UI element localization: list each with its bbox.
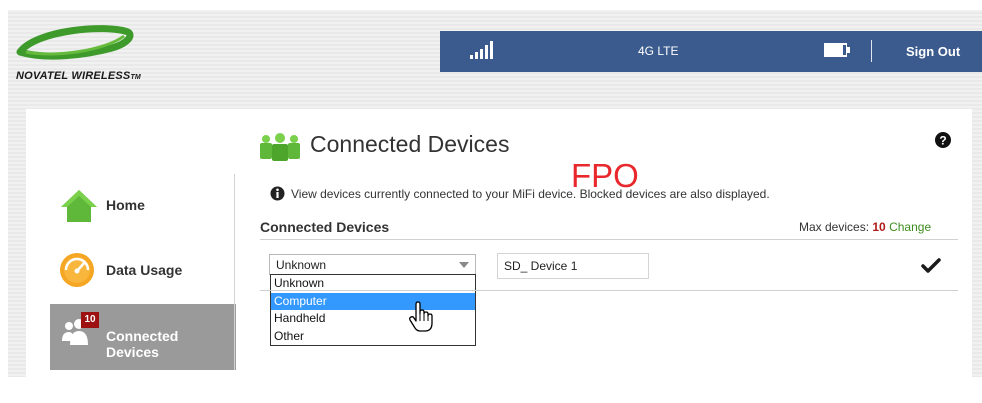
sidebar-item-label: Home	[106, 197, 145, 213]
hand-cursor-icon	[409, 301, 433, 332]
logo-trademark: TM	[130, 74, 141, 81]
section-divider	[260, 239, 958, 240]
svg-text:?: ?	[939, 134, 946, 148]
page-title: Connected Devices	[310, 131, 510, 157]
device-count-badge: 10	[81, 312, 99, 328]
info-message: View devices currently connected to your…	[270, 186, 770, 201]
sidebar-item-label: Connected Devices	[106, 328, 179, 360]
sidebar: Home Data Usage 10 Connected Devices	[42, 158, 238, 378]
home-icon	[61, 190, 97, 222]
device-type-dropdown: Unknown Computer Handheld Other	[270, 274, 476, 346]
sign-out-link[interactable]: Sign Out	[906, 44, 960, 59]
info-icon	[270, 186, 285, 201]
row-divider	[260, 290, 958, 291]
sidebar-item-connected-devices[interactable]: 10 Connected Devices	[50, 304, 236, 370]
sidebar-item-home[interactable]: Home	[42, 178, 236, 240]
header-divider	[871, 40, 872, 62]
logo: NOVATEL WIRELESSTM	[16, 22, 146, 86]
max-devices: Max devices: 10 Change	[799, 220, 931, 234]
chevron-down-icon	[459, 262, 469, 268]
status-bar: 4G LTE Sign Out	[440, 31, 982, 72]
connected-devices-title-icon	[260, 133, 300, 161]
battery-icon	[824, 43, 850, 57]
checkmark-icon[interactable]	[921, 258, 941, 274]
dropdown-option-handheld[interactable]: Handheld	[271, 310, 475, 328]
dropdown-option-other[interactable]: Other	[271, 328, 475, 346]
device-type-select[interactable]: Unknown	[269, 254, 476, 275]
sidebar-item-data-usage[interactable]: Data Usage	[42, 240, 236, 302]
section-title: Connected Devices	[260, 219, 390, 235]
change-link[interactable]: Change	[889, 220, 931, 234]
logo-text: NOVATEL WIRELESSTM	[16, 70, 141, 82]
sidebar-divider	[234, 174, 235, 370]
sidebar-item-label: Data Usage	[106, 262, 183, 278]
logo-swoosh-icon	[16, 25, 134, 60]
info-text: View devices currently connected to your…	[291, 187, 770, 201]
help-icon[interactable]: ?	[934, 131, 952, 149]
network-type: 4G LTE	[638, 44, 679, 58]
dropdown-option-computer[interactable]: Computer	[271, 292, 475, 310]
max-devices-value: 10	[872, 220, 886, 234]
gauge-icon	[60, 253, 94, 287]
signal-bars-icon	[470, 41, 493, 59]
max-devices-label: Max devices:	[799, 220, 870, 234]
device-type-value: Unknown	[276, 258, 327, 272]
device-name-input[interactable]	[497, 253, 649, 279]
